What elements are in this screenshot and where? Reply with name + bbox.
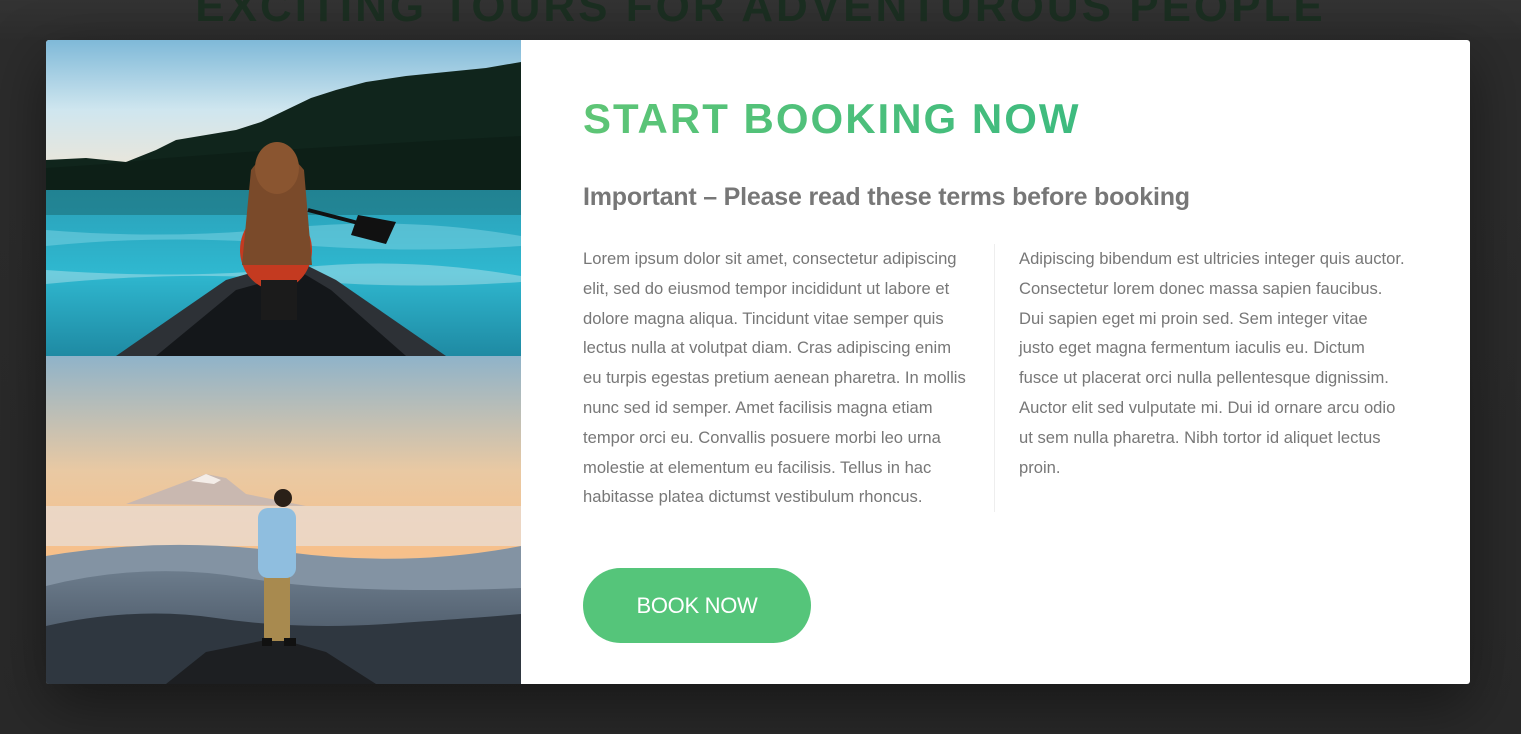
popup-title: START BOOKING NOW (583, 94, 1408, 144)
book-now-button[interactable]: BOOK NOW (583, 568, 811, 643)
terms-paragraph-right: Adipiscing bibendum est ultricies intege… (1019, 249, 1405, 477)
popup-text: START BOOKING NOW Important – Please rea… (521, 40, 1470, 684)
terms-columns: Lorem ipsum dolor sit amet, consectetur … (583, 244, 1408, 513)
man-on-mountain-photo (46, 356, 521, 684)
woman-in-canoe-photo (46, 40, 521, 356)
booking-popup: START BOOKING NOW Important – Please rea… (46, 40, 1470, 684)
popup-subtitle: Important – Please read these terms befo… (583, 183, 1190, 211)
popup-images (46, 40, 521, 684)
terms-paragraph-left: Lorem ipsum dolor sit amet, consectetur … (583, 244, 995, 513)
